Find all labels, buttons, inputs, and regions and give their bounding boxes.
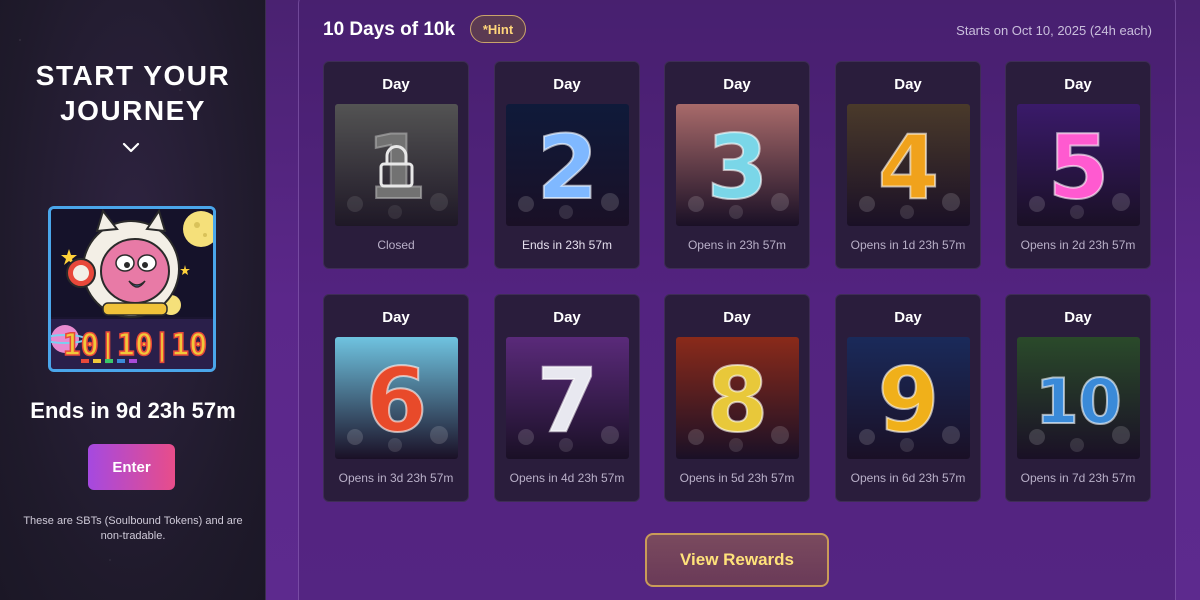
day-numeral: 9 — [878, 349, 939, 452]
day-card[interactable]: Day 9 Opens in 6d 23h 57m — [835, 294, 981, 502]
hint-button[interactable]: *Hint — [470, 15, 526, 43]
day-label: Day — [553, 309, 581, 326]
day-numeral: 10 — [1035, 365, 1121, 438]
day-card[interactable]: Day 3 Opens in 23h 57m — [664, 61, 810, 269]
day-numeral: 3 — [707, 116, 768, 219]
day-status: Opens in 5d 23h 57m — [679, 471, 795, 485]
day-card[interactable]: Day 2 Ends in 23h 57m — [494, 61, 640, 269]
day-artwork: 10 — [1017, 337, 1140, 459]
day-label: Day — [723, 309, 751, 326]
day-artwork: 3 — [676, 104, 799, 226]
day-label: Day — [1064, 309, 1092, 326]
day-label: Day — [382, 309, 410, 326]
day-status: Opens in 6d 23h 57m — [850, 471, 966, 485]
journey-title: START YOUR JOURNEY — [35, 60, 231, 126]
day-card[interactable]: Day 5 Opens in 2d 23h 57m — [1005, 61, 1151, 269]
day-status: Ends in 23h 57m — [521, 238, 613, 252]
start-date-info: Starts on Oct 10, 2025 (24h each) — [956, 23, 1152, 38]
day-numeral: 5 — [1048, 116, 1109, 219]
day-numeral: 2 — [537, 116, 598, 219]
day-card[interactable]: Day 7 Opens in 4d 23h 57m — [494, 294, 640, 502]
day-status: Opens in 7d 23h 57m — [1020, 471, 1136, 485]
day-label: Day — [894, 76, 922, 93]
day-artwork: 4 — [847, 104, 970, 226]
day-status: Closed — [377, 238, 415, 252]
day-status: Opens in 1d 23h 57m — [850, 238, 966, 252]
day-label: Day — [382, 76, 410, 93]
day-artwork: 9 — [847, 337, 970, 459]
enter-button[interactable]: Enter — [88, 444, 175, 490]
day-status: Opens in 4d 23h 57m — [509, 471, 625, 485]
day-label: Day — [1064, 76, 1092, 93]
journey-badge-image: 10|10|10 — [48, 206, 216, 372]
day-numeral: 8 — [707, 349, 768, 452]
day-label: Day — [723, 76, 751, 93]
day-status: Opens in 2d 23h 57m — [1020, 238, 1136, 252]
day-numeral: 4 — [878, 116, 939, 219]
day-artwork: 7 — [506, 337, 629, 459]
sbt-disclaimer: These are SBTs (Soulbound Tokens) and ar… — [23, 515, 243, 542]
page-title: 10 Days of 10k — [323, 19, 456, 40]
day-artwork: 8 — [676, 337, 799, 459]
day-label: Day — [894, 309, 922, 326]
day-status: Opens in 3d 23h 57m — [338, 471, 454, 485]
journey-ends-countdown: Ends in 9d 23h 57m — [30, 398, 236, 423]
day-card[interactable]: Day 8 Opens in 5d 23h 57m — [664, 294, 810, 502]
day-card[interactable]: Day 10 Opens in 7d 23h 57m — [1005, 294, 1151, 502]
main-panel: 10 Days of 10k *Hint Starts on Oct 10, 2… — [266, 0, 1200, 600]
day-card[interactable]: Day 1 Closed — [323, 61, 469, 269]
badge-code-text: 10|10|10 — [63, 328, 208, 363]
day-artwork: 2 — [506, 104, 629, 226]
day-card[interactable]: Day 4 Opens in 1d 23h 57m — [835, 61, 981, 269]
day-label: Day — [553, 76, 581, 93]
day-artwork: 5 — [1017, 104, 1140, 226]
view-rewards-button[interactable]: View Rewards — [645, 533, 829, 587]
day-status: Opens in 23h 57m — [687, 238, 787, 252]
sidebar: START YOUR JOURNEY 10|10|10 Ends in 9d 2… — [0, 0, 266, 600]
day-artwork: 6 — [335, 337, 458, 459]
day-numeral: 7 — [537, 349, 598, 452]
day-card[interactable]: Day 6 Opens in 3d 23h 57m — [323, 294, 469, 502]
day-artwork: 1 — [335, 104, 458, 226]
day-numeral: 6 — [366, 349, 427, 452]
chevron-down-icon[interactable] — [121, 138, 141, 158]
